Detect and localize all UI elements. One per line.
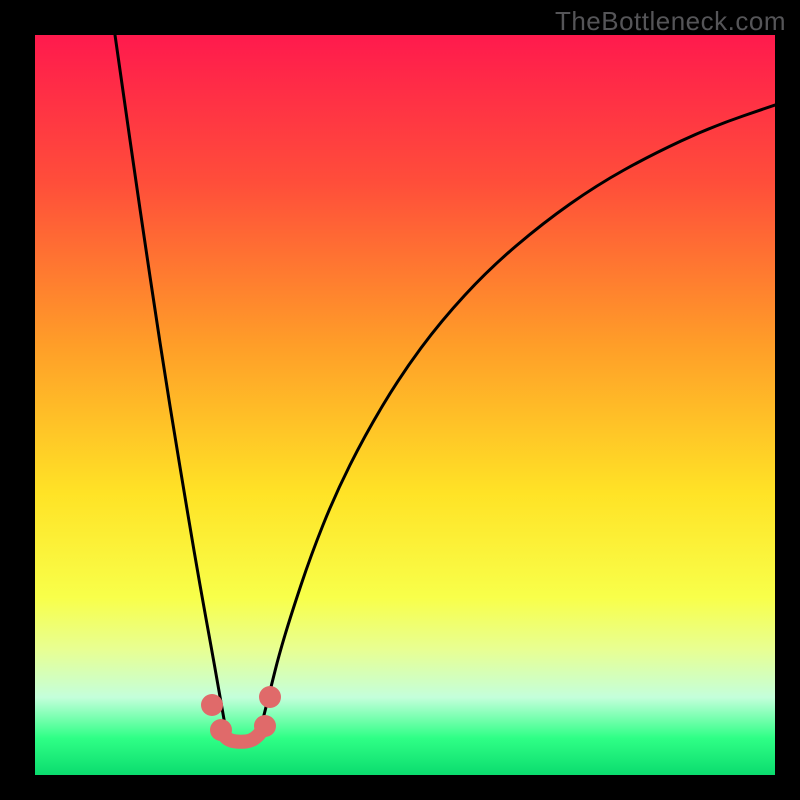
marker-dot xyxy=(259,686,281,708)
chart-svg xyxy=(35,35,775,775)
marker-dot xyxy=(254,715,276,737)
marker-dot xyxy=(210,719,232,741)
watermark-text: TheBottleneck.com xyxy=(555,6,786,37)
marker-dot xyxy=(201,694,223,716)
gradient-background xyxy=(35,35,775,775)
chart-frame: TheBottleneck.com xyxy=(0,0,800,800)
plot-area xyxy=(35,35,775,775)
